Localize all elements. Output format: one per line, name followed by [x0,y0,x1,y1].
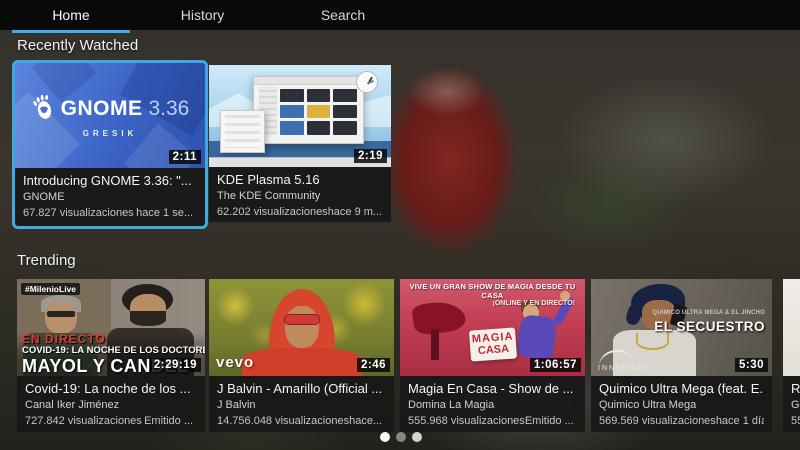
duration-badge: 2:46 [357,358,390,372]
vevo-logo: vevo [216,354,254,371]
gnome-logo-icon [31,94,55,125]
video-age: hace 1 día [716,415,764,427]
video-stats: 14.756.048 visualizaciones hace... [217,415,386,427]
video-card-jbalvin-amarillo[interactable]: vevo 2:46 J Balvin - Amarillo (Official … [209,279,394,432]
video-title: Magia En Casa - Show de ... [408,381,577,396]
video-age: hace... [349,415,382,427]
gnome-brand-text: GNOME [61,97,143,121]
active-tab-underline [12,30,130,33]
video-title: Introducing GNOME 3.36: "... [23,173,197,188]
video-age: hace 9 m... [328,206,382,218]
duration-badge: 1:06:57 [530,358,581,372]
tab-home[interactable]: Home [12,0,130,30]
video-age: Emitido ... [144,415,193,427]
tab-search[interactable]: Search [287,0,399,30]
section-title-recently-watched: Recently Watched [17,37,138,54]
pagination-dots [380,432,422,442]
video-thumbnail: 2:19 [209,65,391,167]
video-age: hace 1 se... [136,207,193,219]
video-views: 14.756.048 visualizaciones [217,415,349,427]
video-title: Covid-19: La noche de los ... [25,381,197,396]
video-title: KDE Plasma 5.16 [217,172,383,187]
video-views: 569.569 visualizaciones [599,415,716,427]
video-channel: GNOME [23,191,197,203]
video-thumbnail: VIVE UN GRAN SHOW DE MAGIA DESDE TU CASA… [400,279,585,376]
gnome-version-text: 3.36 [148,97,189,121]
video-thumbnail: #MilenioLive EN DIRECTO COVID-19: LA NOC… [17,279,205,376]
top-navigation: Home History Search [0,0,800,30]
video-title: Quimico Ultra Mega (feat. E... [599,381,764,396]
video-thumbnail [783,279,800,376]
video-views: 55 [791,415,800,427]
innercat-logo: INNERCAT [598,350,649,372]
gnome-tagline-text: GRESIK [83,129,138,138]
kde-menu-window [220,110,266,153]
duration-badge: 2:29:19 [150,358,201,372]
video-channel: Go [791,399,800,411]
video-card-quimico-ultra-mega[interactable]: QUIMICO ULTRA MEGA & EL JINCHO EL SECUES… [591,279,772,432]
pagination-dot[interactable] [380,432,390,442]
duration-badge: 2:19 [354,149,387,163]
video-thumbnail: GNOME 3.36 GRESIK 2:11 [15,63,205,168]
video-thumbnail: vevo 2:46 [209,279,394,376]
section-title-trending: Trending [17,252,76,269]
duration-badge: 5:30 [735,358,768,372]
app-window: Home History Search Recently Watched [0,0,800,450]
thumbnail-sub-text: ¡ONLINE Y EN DIRECTO! [493,300,575,307]
clock-widget-icon [356,71,378,93]
milenio-live-badge: #MilenioLive [21,283,80,295]
video-card-covid19[interactable]: #MilenioLive EN DIRECTO COVID-19: LA NOC… [17,279,205,432]
video-stats: 55 [791,415,800,427]
magia-casa-logo: MAGIA CASA [469,328,517,362]
video-title: Re [791,381,800,396]
video-channel: The KDE Community [217,190,383,202]
video-views: 62.202 visualizaciones [217,206,328,218]
thumbnail-artists-text: QUIMICO ULTRA MEGA & EL JINCHO [652,310,765,316]
kde-settings-window [253,76,364,143]
video-age: Emitido ... [525,415,574,427]
video-channel: Quimico Ultra Mega [599,399,764,411]
video-card-partial[interactable]: Re Go 55 [783,279,800,432]
video-views: 67.827 visualizaciones [23,207,134,219]
video-stats: 67.827 visualizaciones hace 1 se... [23,207,197,219]
video-thumbnail: QUIMICO ULTRA MEGA & EL JINCHO EL SECUES… [591,279,772,376]
video-stats: 727.842 visualizaciones Emitido ... [25,415,197,427]
duration-badge: 2:11 [169,150,201,164]
video-views: 555.968 visualizaciones [408,415,525,427]
video-card-kde-plasma[interactable]: 2:19 KDE Plasma 5.16 The KDE Community 6… [209,65,391,222]
magic-table-figure [411,299,467,337]
video-channel: Domina La Magia [408,399,577,411]
thumbnail-top-text: VIVE UN GRAN SHOW DE MAGIA DESDE TU CASA [400,282,585,300]
video-channel: Canal Iker Jiménez [25,399,197,411]
pagination-dot[interactable] [412,432,422,442]
video-stats: 555.968 visualizaciones Emitido ... [408,415,577,427]
video-channel: J Balvin [217,399,386,411]
video-stats: 569.569 visualizaciones hace 1 día [599,415,764,427]
tab-history[interactable]: History [145,0,260,30]
thumbnail-song-title: EL SECUESTRO [654,319,765,334]
video-card-magia-en-casa[interactable]: VIVE UN GRAN SHOW DE MAGIA DESDE TU CASA… [400,279,585,432]
pagination-dot[interactable] [396,432,406,442]
video-views: 727.842 visualizaciones [25,415,142,427]
video-card-gnome[interactable]: GNOME 3.36 GRESIK 2:11 Introducing GNOME… [12,60,208,229]
video-stats: 62.202 visualizaciones hace 9 m... [217,206,383,218]
video-title: J Balvin - Amarillo (Official ... [217,381,386,396]
